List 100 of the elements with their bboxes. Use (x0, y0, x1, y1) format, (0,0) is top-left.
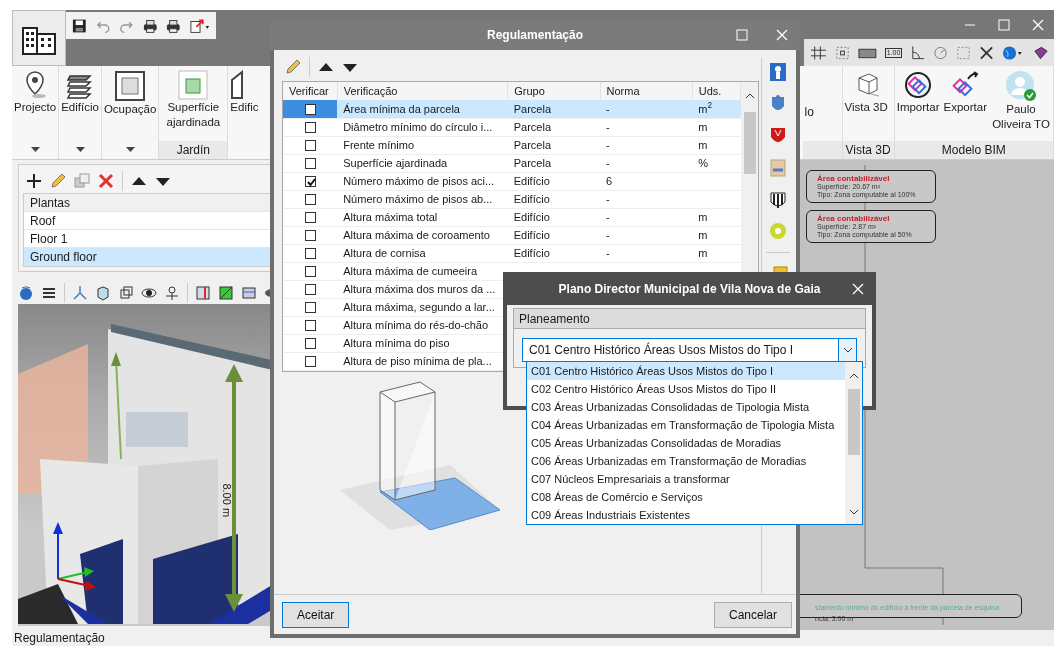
table-cell: m (698, 120, 708, 133)
plane-icon[interactable] (218, 285, 234, 301)
dropdown-field[interactable]: C01 Centro Histórico Áreas Usos Mistos do Tipo I (522, 338, 857, 362)
column-header[interactable]: Verificação (337, 82, 508, 100)
table-row[interactable]: Número máximo de pisos aci... Edifício 6 (283, 172, 741, 190)
maximize-icon[interactable] (998, 18, 1010, 31)
dropdown-option[interactable]: C03 Áreas Urbanizadas Consolidadas de Tipologia Mista (527, 398, 845, 416)
dropdown-option[interactable]: C08 Áreas de Comércio e Serviços (527, 488, 845, 506)
square-outline-icon (114, 70, 147, 102)
layers-icon[interactable] (41, 285, 57, 301)
ribbon-button-label[interactable]: lo (804, 103, 814, 121)
shield-icon[interactable] (769, 190, 787, 210)
table-row[interactable]: Superfície ajardinada Parcela - % (283, 154, 741, 172)
checkbox[interactable] (304, 248, 316, 260)
ribbon-button[interactable]: Projecto (12, 66, 60, 159)
dropdown-option[interactable]: C09 Áreas Industriais Existentes (527, 506, 845, 524)
table-cell: m (698, 138, 708, 151)
column-header[interactable]: Norma (600, 82, 693, 100)
scrollbar-thumb[interactable] (847, 388, 860, 455)
checkbox[interactable] (304, 122, 316, 134)
printer-icon[interactable] (142, 17, 158, 34)
axes-icon[interactable] (72, 285, 88, 301)
table-row[interactable]: Altura máxima de coroamento Edifício - m (283, 226, 741, 244)
tools-icon[interactable] (979, 44, 995, 61)
checkbox[interactable] (304, 230, 316, 242)
snap-icon[interactable] (834, 44, 850, 61)
dropdown-option[interactable]: C06 Áreas Urbanizadas em Transformação de Moradias (527, 452, 845, 470)
window-icon[interactable] (241, 285, 257, 301)
app-logo-icon[interactable] (12, 10, 66, 66)
annotation-title: Área contabilizável (817, 174, 891, 183)
grid-icon[interactable] (810, 44, 827, 61)
add-icon[interactable] (26, 173, 42, 189)
caret-icon (30, 146, 40, 153)
annotation-title: Área contabilizável (817, 214, 891, 223)
table-cell: Altura de cornisa (343, 246, 426, 259)
table-row[interactable]: Frente mínimo Parcela - m (283, 136, 741, 154)
column-header[interactable]: Grupo (507, 82, 600, 100)
checkbox[interactable] (304, 338, 316, 350)
checkbox[interactable] (304, 104, 316, 116)
export-icon[interactable] (189, 17, 211, 34)
table-row[interactable]: Diâmetro mínimo do círculo i... Parcela - m (283, 118, 741, 136)
table-cell: - (606, 246, 610, 259)
table-cell: Altura máxima total (343, 210, 438, 223)
dropdown-option[interactable]: C05 Áreas Urbanizadas Consolidadas de Moradias (527, 434, 845, 452)
checkbox[interactable] (304, 194, 316, 206)
angle-icon[interactable] (910, 44, 926, 61)
checkbox[interactable] (304, 140, 316, 152)
delete-icon[interactable] (98, 173, 114, 189)
scrollbar-thumb[interactable] (743, 112, 756, 174)
checkbox[interactable] (304, 266, 316, 278)
book-icon[interactable] (1033, 44, 1049, 61)
pencil-icon[interactable] (285, 59, 301, 75)
save-icon[interactable] (72, 17, 87, 34)
ribbon-button[interactable]: Vista 3D (842, 66, 890, 141)
ribbon-button[interactable]: Ocupação (101, 66, 160, 159)
maximize-icon[interactable] (736, 29, 748, 41)
pivot-icon[interactable] (164, 285, 180, 301)
table-row[interactable]: Área mínima da parcela Parcela - m$^{2}$ (283, 100, 741, 118)
table-row[interactable]: Número máximo de pisos ab... Edifício - (283, 190, 741, 208)
ribbon-button[interactable]: Edifício (59, 66, 102, 159)
wire-cube-icon[interactable] (118, 285, 134, 301)
cancel-button[interactable]: Cancelar (713, 602, 792, 628)
crest-icon[interactable] (769, 158, 787, 178)
ribbon-button[interactable]: Superfície ajardinada (159, 66, 228, 141)
ribbon-button[interactable]: Exportar (941, 66, 989, 141)
orbit-icon[interactable] (141, 285, 157, 301)
close-icon[interactable] (852, 282, 864, 295)
checkbox[interactable] (304, 356, 316, 368)
dropdown-option[interactable]: C01 Centro Histórico Áreas Usos Mistos do Tipo I (527, 362, 845, 380)
table-row[interactable]: Altura máxima total Edifício - m (283, 208, 741, 226)
table-cell: Edifício (513, 246, 550, 259)
printer-icon[interactable] (166, 17, 181, 34)
table-cell: m (698, 228, 708, 241)
ribbon-button[interactable]: Paulo Oliveira TO (989, 66, 1053, 141)
ribbon-button[interactable]: Importar (894, 66, 942, 141)
dropdown-option[interactable]: C07 Núcleos Empresariais a transformar (527, 470, 845, 488)
checkbox[interactable] (304, 320, 316, 332)
group-label: Vista 3D (842, 141, 894, 159)
checkbox[interactable] (304, 158, 316, 170)
shaded-cube-icon[interactable] (95, 285, 111, 301)
checkbox[interactable] (304, 302, 316, 314)
column-header[interactable]: Uds. (692, 82, 741, 100)
checkbox[interactable] (304, 284, 316, 296)
pencil-icon[interactable] (50, 173, 66, 189)
crest-icon[interactable] (769, 62, 787, 82)
section-icon[interactable] (195, 285, 211, 301)
close-icon[interactable] (1032, 18, 1044, 31)
table-row[interactable]: Altura de cornisa Edifício - m (283, 244, 741, 262)
dropdown-option[interactable]: C04 Áreas Urbanizadas em Transformação de Tipologia Mista (527, 416, 845, 434)
rotate-icon[interactable] (933, 44, 949, 61)
checkbox[interactable] (304, 212, 316, 224)
close-icon[interactable] (776, 29, 788, 41)
checkbox[interactable] (304, 176, 316, 188)
accept-button[interactable]: Aceitar (282, 602, 350, 628)
caret-icon (75, 146, 85, 153)
3d-view-icon[interactable] (18, 285, 34, 301)
table-cell: - (606, 156, 610, 169)
dropdown-option[interactable]: C02 Centro Histórico Áreas Usos Mistos do Tipo II (527, 380, 845, 398)
column-header[interactable]: Verificar (283, 82, 338, 100)
table-cell: Edifício (513, 192, 550, 205)
